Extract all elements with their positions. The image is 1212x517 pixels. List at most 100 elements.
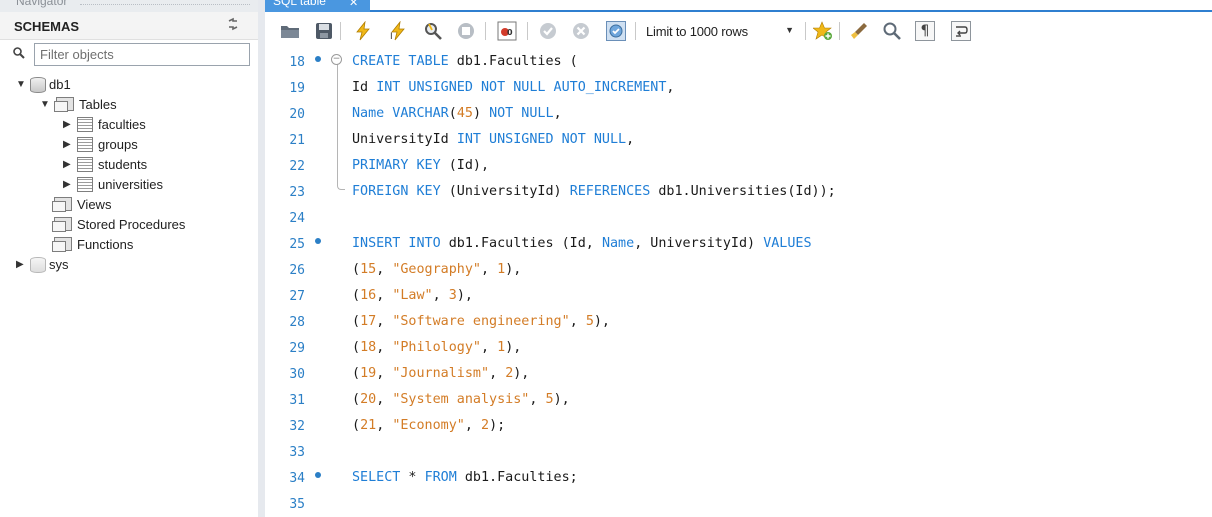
code-token: ), bbox=[505, 262, 522, 277]
find-icon[interactable] bbox=[882, 21, 902, 41]
line-number: 18 bbox=[289, 55, 305, 70]
navigator-grip[interactable] bbox=[80, 4, 250, 5]
save-icon[interactable] bbox=[314, 21, 334, 41]
code-line[interactable]: 30 (19, "Journalism", 2), bbox=[265, 360, 1212, 386]
tree-item-label: groups bbox=[98, 136, 138, 152]
sql-editor-toolbar: I 0 Limit to 1000 rows ▼ ¶ bbox=[265, 14, 1212, 46]
panel-splitter[interactable] bbox=[258, 0, 265, 517]
wrap-icon[interactable] bbox=[951, 21, 971, 41]
rollback-icon[interactable] bbox=[571, 21, 591, 41]
code-line[interactable]: 25 INSERT INTO db1.Faculties (Id, Name, U… bbox=[265, 230, 1212, 256]
line-number: 24 bbox=[289, 211, 305, 226]
line-number: 32 bbox=[289, 419, 305, 434]
code-line[interactable]: 24 bbox=[265, 204, 1212, 230]
code-token: db1.Faculties (Id, bbox=[440, 236, 602, 251]
code-token: ( bbox=[352, 366, 361, 381]
sql-keyword: PRIMARY KEY bbox=[352, 158, 441, 173]
tree-item-stored-procedures[interactable]: Stored Procedures bbox=[52, 214, 185, 234]
code-token: , bbox=[464, 418, 481, 433]
commit-icon[interactable] bbox=[538, 21, 558, 41]
code-line[interactable]: 21 UniversityId INT UNSIGNED NOT NULL, bbox=[265, 126, 1212, 152]
code-token: ( bbox=[352, 314, 361, 329]
execute-current-icon[interactable]: I bbox=[388, 21, 408, 41]
tree-item-groups[interactable]: ▶ groups bbox=[63, 134, 138, 154]
tree-item-sys[interactable]: ▶ sys bbox=[16, 254, 69, 274]
sql-code-editor[interactable]: 18 − CREATE TABLE db1.Faculties (19 Id INT … bbox=[265, 46, 1212, 517]
statement-marker-icon bbox=[315, 56, 321, 62]
collapse-arrow-icon[interactable]: ▶ bbox=[63, 119, 75, 130]
line-number: 29 bbox=[289, 341, 305, 356]
code-line[interactable]: 23 FOREIGN KEY (UniversityId) REFERENCES … bbox=[265, 178, 1212, 204]
code-token: , bbox=[553, 106, 562, 121]
close-icon[interactable]: ✕ bbox=[349, 0, 358, 9]
code-token: ( bbox=[352, 262, 361, 277]
code-text: UniversityId INT UNSIGNED NOT NULL, bbox=[352, 132, 634, 147]
number-literal: 1 bbox=[497, 262, 506, 277]
database-icon bbox=[30, 256, 46, 273]
sql-keyword: VALUES bbox=[763, 236, 812, 251]
invisible-chars-icon[interactable]: ¶ bbox=[915, 21, 935, 41]
code-line[interactable]: 26 (15, "Geography", 1), bbox=[265, 256, 1212, 282]
refresh-schemas-icon[interactable] bbox=[226, 17, 240, 34]
stop-icon[interactable] bbox=[456, 21, 476, 41]
tab-label: SQL table bbox=[273, 0, 326, 8]
code-line[interactable]: 18 − CREATE TABLE db1.Faculties ( bbox=[265, 48, 1212, 74]
code-line[interactable]: 29 (18, "Philology", 1), bbox=[265, 334, 1212, 360]
tab-sql-table[interactable]: SQL table ✕ bbox=[265, 0, 370, 12]
tree-item-label: Views bbox=[77, 196, 112, 212]
table-icon bbox=[77, 156, 93, 172]
code-line[interactable]: 20 Name VARCHAR(45) NOT NULL, bbox=[265, 100, 1212, 126]
code-text: (17, "Software engineering", 5), bbox=[352, 314, 610, 329]
chevron-down-icon: ▼ bbox=[785, 25, 794, 35]
code-line[interactable]: 22 PRIMARY KEY (Id), bbox=[265, 152, 1212, 178]
line-number: 27 bbox=[289, 289, 305, 304]
collapse-arrow-icon[interactable]: ▶ bbox=[63, 179, 75, 190]
limit-rows-select[interactable]: Limit to 1000 rows ▼ bbox=[646, 20, 804, 42]
execute-icon[interactable] bbox=[353, 21, 373, 41]
line-number: 35 bbox=[289, 497, 305, 512]
code-token: , bbox=[481, 340, 498, 355]
autocommit-icon[interactable] bbox=[606, 21, 626, 41]
code-line[interactable]: 32 (21, "Economy", 2); bbox=[265, 412, 1212, 438]
tree-item-faculties[interactable]: ▶ faculties bbox=[63, 114, 146, 134]
table-icon bbox=[77, 176, 93, 192]
code-line[interactable]: 33 bbox=[265, 438, 1212, 464]
line-number: 22 bbox=[289, 159, 305, 174]
search-icon bbox=[12, 46, 28, 62]
toggle-error-icon[interactable]: 0 bbox=[497, 21, 517, 41]
code-line[interactable]: 35 bbox=[265, 490, 1212, 516]
collapse-arrow-icon[interactable]: ▶ bbox=[63, 159, 75, 170]
expand-arrow-icon[interactable]: ▼ bbox=[16, 79, 28, 90]
tree-item-db1[interactable]: ▼ db1 bbox=[16, 74, 71, 94]
code-token: db1.Faculties; bbox=[456, 470, 578, 485]
code-line[interactable]: 19 Id INT UNSIGNED NOT NULL AUTO_INCREMEN… bbox=[265, 74, 1212, 100]
explain-icon[interactable] bbox=[423, 21, 443, 41]
code-token: ( bbox=[352, 340, 361, 355]
beautify-icon[interactable] bbox=[849, 21, 869, 41]
open-folder-icon[interactable] bbox=[280, 21, 300, 41]
sql-keyword: SELECT bbox=[352, 470, 401, 485]
collapse-arrow-icon[interactable]: ▶ bbox=[16, 259, 28, 270]
line-number: 25 bbox=[289, 237, 305, 252]
collapse-arrow-icon[interactable]: ▶ bbox=[63, 139, 75, 150]
tree-item-tables[interactable]: ▼ Tables bbox=[40, 94, 117, 114]
code-line[interactable]: 34 SELECT * FROM db1.Faculties; bbox=[265, 464, 1212, 490]
filter-objects-input[interactable] bbox=[34, 43, 250, 66]
database-icon bbox=[30, 76, 46, 93]
fold-toggle-icon[interactable]: − bbox=[331, 54, 342, 65]
code-line[interactable]: 31 (20, "System analysis", 5), bbox=[265, 386, 1212, 412]
tree-item-students[interactable]: ▶ students bbox=[63, 154, 147, 174]
code-line[interactable]: 28 (17, "Software engineering", 5), bbox=[265, 308, 1212, 334]
code-token: , bbox=[376, 418, 393, 433]
expand-arrow-icon[interactable]: ▼ bbox=[40, 99, 52, 110]
code-token: Id bbox=[352, 80, 377, 95]
tree-item-views[interactable]: Views bbox=[52, 194, 111, 214]
limit-rows-value: Limit to 1000 rows bbox=[646, 23, 748, 39]
string-literal: "Journalism" bbox=[392, 366, 490, 381]
tree-item-functions[interactable]: Functions bbox=[52, 234, 133, 254]
add-snippet-icon[interactable] bbox=[813, 21, 833, 41]
tree-item-universities[interactable]: ▶ universities bbox=[63, 174, 163, 194]
line-number: 33 bbox=[289, 445, 305, 460]
code-line[interactable]: 27 (16, "Law", 3), bbox=[265, 282, 1212, 308]
svg-text:0: 0 bbox=[507, 28, 513, 37]
